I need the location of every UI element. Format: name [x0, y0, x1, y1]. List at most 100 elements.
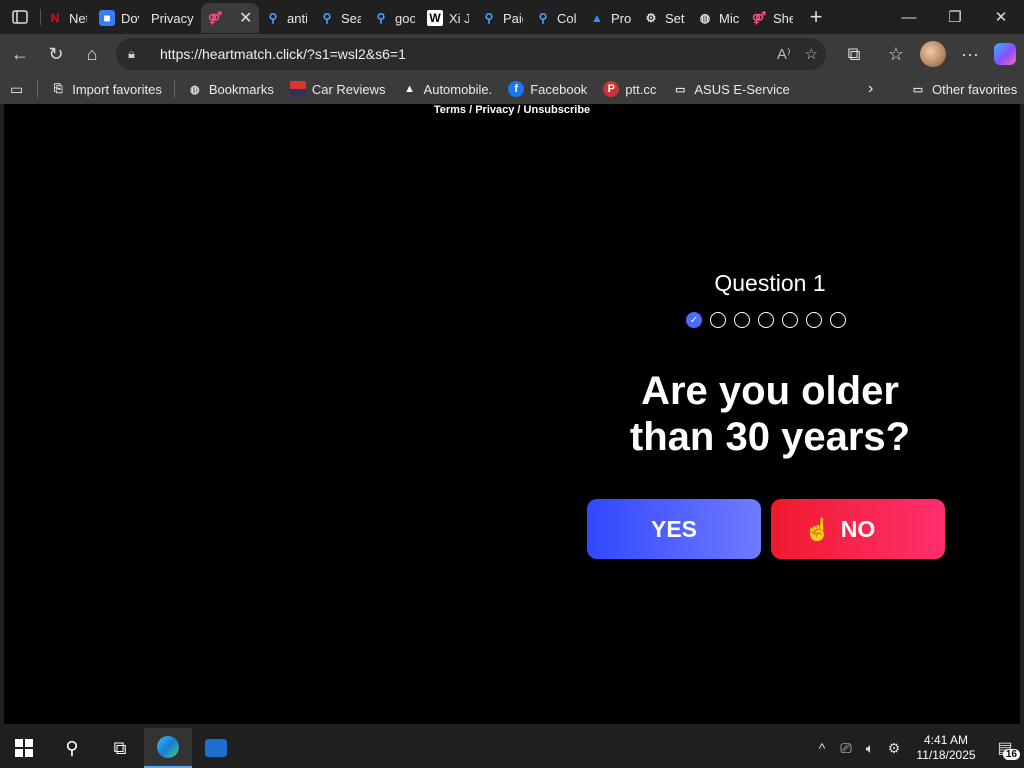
lock-icon[interactable]: 🔒︎ — [128, 46, 148, 62]
new-tab-button[interactable]: + — [799, 0, 833, 34]
tab-netflix[interactable]: N Netf — [41, 3, 93, 33]
favorite-bookmarks[interactable]: ◍ Bookmarks — [179, 76, 282, 102]
tab-wikipedia[interactable]: W Xi Ji — [421, 3, 475, 33]
tab-heartmatch[interactable]: ⚤ She — [745, 3, 799, 33]
settings-gear-icon[interactable]: ⚙ — [882, 740, 906, 757]
search-icon: ⚲ — [268, 11, 278, 25]
read-aloud-icon[interactable]: A⁾ — [777, 45, 791, 63]
edge-taskbar-button[interactable] — [144, 728, 192, 768]
start-button[interactable] — [0, 728, 48, 768]
tab-search-anti[interactable]: ⚲ anti — [259, 3, 313, 33]
search-icon: ⚲ — [538, 11, 548, 25]
favorite-star-icon[interactable]: ☆ — [805, 45, 818, 63]
notification-center-button[interactable]: ▤ 16 — [986, 728, 1024, 768]
clock-date: 11/18/2025 — [916, 748, 976, 762]
home-icon: ⌂ — [86, 43, 98, 64]
copilot-icon[interactable] — [994, 43, 1016, 65]
favorites-bar: ▭ ⎘ Import favorites ◍ Bookmarks Car Rev… — [0, 74, 1024, 104]
more-favorites-button[interactable]: › — [860, 76, 881, 102]
favorite-label: ptt.cc — [625, 81, 657, 97]
tab-label: Xi Ji — [449, 10, 469, 26]
mail-taskbar-button[interactable] — [192, 728, 240, 768]
tab-actions-button[interactable] — [0, 0, 40, 34]
question-progress: ✓ — [686, 312, 846, 328]
tab-label: Netf — [69, 10, 87, 26]
flag-icon — [289, 81, 306, 97]
question-text: Are you older than 30 years? — [590, 368, 950, 460]
folder-icon: ▭ — [912, 83, 924, 96]
heartmatch-icon: ⚤ — [751, 11, 767, 25]
refresh-button[interactable]: ↻ — [38, 36, 74, 72]
notification-count-badge: 16 — [1002, 749, 1020, 760]
tab-label: Pro — [611, 10, 631, 26]
volume-muted-icon[interactable]: 🔈︎ — [858, 740, 882, 757]
triangle-logo-icon: ▲ — [404, 83, 415, 95]
taskbar: ⚲ ⧉ ^ ⎚ 🔈︎ ⚙ 4:41 AM 11/18/2025 ▤ 16 — [0, 728, 1024, 768]
question-line: than 30 years? — [629, 415, 911, 459]
chevron-up-icon[interactable]: ^ — [810, 740, 834, 756]
back-arrow-icon: ← — [11, 43, 29, 64]
search-icon: ⚲ — [322, 11, 332, 25]
other-favorites[interactable]: ▭ Other favorites — [902, 76, 1024, 102]
restore-button[interactable]: ❐ — [932, 0, 978, 34]
tab-search-coll[interactable]: ⚲ Coll — [529, 3, 583, 33]
search-icon: ⚲ — [65, 737, 79, 758]
more-menu-button[interactable]: ··· — [952, 36, 988, 72]
favorite-automobile[interactable]: ▲ Automobile. — [394, 76, 501, 102]
hand-cursor-icon: ☝ — [804, 517, 832, 542]
terms-links[interactable]: Terms / Privacy / Unsubscribe — [4, 104, 1020, 116]
no-button[interactable]: NO — [771, 499, 945, 559]
close-window-button[interactable]: ✕ — [978, 0, 1024, 34]
tab-search-sea[interactable]: ⚲ Sea — [313, 3, 367, 33]
tab-search-paig[interactable]: ⚲ Paig — [475, 3, 529, 33]
tab-pro[interactable]: ▲ Pro — [583, 3, 637, 33]
favorites-bar-toggle[interactable]: ▭ — [0, 76, 33, 102]
page-viewport: Terms / Privacy / Unsubscribe Question 1… — [4, 104, 1020, 724]
task-view-button[interactable]: ⧉ — [96, 728, 144, 768]
window-controls: — ❐ ✕ — [886, 0, 1024, 34]
favorites-icon: ☆ — [887, 43, 905, 64]
tab-bar: N Netf ■ Dov Privacy e ⚤ ✕ ⚲ anti ⚲ Sea … — [0, 0, 1024, 34]
yes-button[interactable]: YES — [587, 499, 761, 559]
system-tray: ^ ⎚ 🔈︎ ⚙ 4:41 AM 11/18/2025 ▤ 16 — [810, 728, 1024, 768]
refresh-icon: ↻ — [48, 43, 64, 64]
network-icon[interactable]: ⎚ — [834, 740, 858, 757]
close-tab-icon[interactable]: ✕ — [239, 8, 252, 28]
tab-heartmatch-active[interactable]: ⚤ ✕ — [201, 3, 259, 33]
windows-logo-icon — [15, 739, 33, 757]
globe-icon: ◍ — [699, 11, 711, 25]
tab-roblox[interactable]: ■ Dov — [93, 3, 145, 33]
tab-settings[interactable]: ⚙ Sett — [637, 3, 691, 33]
progress-step — [830, 312, 846, 328]
url-text[interactable]: https://heartmatch.click/?s1=wsl2&s6=1 — [160, 46, 406, 62]
mail-icon — [205, 739, 227, 757]
folder-icon: ▭ — [675, 83, 686, 96]
favorite-car-reviews[interactable]: Car Reviews — [282, 76, 394, 102]
favorite-import[interactable]: ⎘ Import favorites — [42, 76, 170, 102]
tab-label: Sett — [665, 10, 685, 26]
tab-search-goo[interactable]: ⚲ goo — [367, 3, 421, 33]
back-button[interactable]: ← — [2, 36, 38, 72]
profile-avatar[interactable] — [920, 41, 946, 67]
home-button[interactable]: ⌂ — [74, 36, 110, 72]
favorite-label: Facebook — [530, 81, 588, 97]
tab-label: Privacy e — [151, 10, 195, 26]
tab-label: She — [773, 10, 793, 26]
globe-icon: ◍ — [190, 83, 200, 96]
tab-actions-icon — [12, 10, 28, 24]
address-bar[interactable]: 🔒︎ https://heartmatch.click/?s1=wsl2&s6=… — [116, 38, 826, 70]
minimize-button[interactable]: — — [886, 0, 932, 34]
tab-microsoft[interactable]: ◍ Mic — [691, 3, 745, 33]
search-button[interactable]: ⚲ — [48, 728, 96, 768]
favorite-facebook[interactable]: f Facebook — [500, 76, 595, 102]
favorite-asus[interactable]: ▭ ASUS E-Service — [664, 76, 797, 102]
favorites-button[interactable]: ☆ — [878, 36, 914, 72]
triangle-logo-icon: ▲ — [591, 11, 603, 25]
extensions-button[interactable]: ⧉ — [836, 36, 872, 72]
tab-label: goo — [395, 10, 415, 26]
favorite-label: Automobile. — [423, 81, 493, 97]
clock[interactable]: 4:41 AM 11/18/2025 — [906, 733, 986, 763]
tab-privacy[interactable]: Privacy e — [145, 3, 201, 33]
favorite-ptt[interactable]: P ptt.cc — [595, 76, 664, 102]
search-icon: ⚲ — [484, 11, 494, 25]
